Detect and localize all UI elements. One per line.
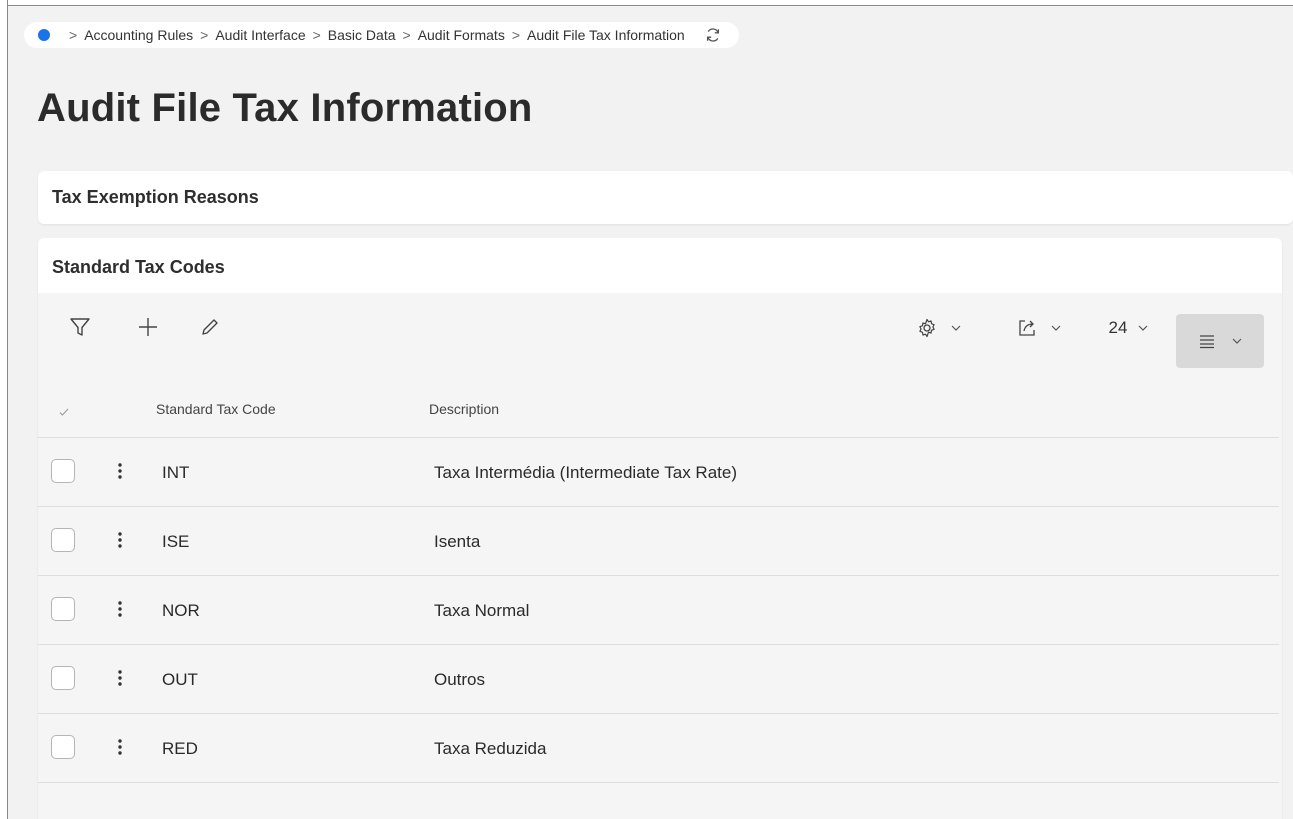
table-row[interactable]: RED Taxa Reduzida (38, 714, 1279, 783)
chevron-right-icon: > (511, 27, 521, 43)
chevron-down-icon (1139, 325, 1148, 331)
chevron-right-icon: > (69, 27, 78, 43)
row-code[interactable]: INT (162, 463, 189, 483)
row-description: Isenta (434, 532, 481, 551)
row-checkbox[interactable] (51, 597, 75, 621)
chevron-down-icon (1051, 325, 1061, 331)
select-all-check-icon[interactable] (58, 405, 70, 421)
row-description: Taxa Normal (434, 601, 530, 620)
breadcrumb-accounting-rules[interactable]: Accounting Rules (84, 27, 193, 43)
page-size-select[interactable]: 24 (1096, 313, 1162, 343)
table-row[interactable]: OUT Outros (38, 645, 1279, 714)
chevron-right-icon: > (402, 27, 411, 43)
standard-tax-codes-card: Standard Tax Codes 24 Standard Tax Code … (38, 238, 1282, 819)
row-checkbox[interactable] (51, 528, 75, 552)
table-row[interactable]: INT Taxa Intermédia (Intermediate Tax Ra… (38, 438, 1279, 507)
row-menu-icon[interactable] (108, 663, 132, 693)
settings-menu-button[interactable] (904, 313, 974, 343)
card-title: Standard Tax Codes (52, 257, 225, 277)
row-description: Taxa Intermédia (Intermediate Tax Rate) (434, 463, 737, 482)
breadcrumb-basic-data[interactable]: Basic Data (328, 27, 396, 43)
tax-exemption-reasons-card[interactable]: Tax Exemption Reasons (38, 171, 1293, 224)
page-title: Audit File Tax Information (37, 86, 533, 130)
window-frame-left (0, 0, 8, 819)
window-frame-top (8, 0, 1293, 6)
table-row[interactable]: ISE Isenta (38, 507, 1279, 576)
export-icon (1019, 320, 1035, 336)
row-code[interactable]: ISE (162, 532, 189, 552)
row-checkbox[interactable] (51, 459, 75, 483)
row-menu-icon[interactable] (108, 594, 132, 624)
pencil-icon (202, 319, 218, 335)
edit-button[interactable] (196, 313, 224, 341)
breadcrumb-audit-interface[interactable]: Audit Interface (215, 27, 305, 43)
filter-icon (70, 318, 90, 336)
refresh-icon[interactable] (705, 27, 721, 43)
standard-tax-codes-table: Standard Tax Code Description INT Taxa I… (38, 369, 1282, 819)
column-header-description[interactable]: Description (429, 401, 499, 417)
row-description: Outros (434, 670, 486, 689)
add-button[interactable] (134, 313, 162, 341)
row-checkbox[interactable] (51, 735, 75, 759)
chevron-down-icon (1232, 338, 1242, 344)
list-view-icon (1200, 335, 1214, 349)
chevron-right-icon: > (200, 27, 209, 43)
column-header-standard-tax-code[interactable]: Standard Tax Code (156, 401, 276, 417)
plus-icon (139, 318, 157, 336)
page-size-value: 24 (1108, 318, 1128, 337)
row-menu-icon[interactable] (108, 732, 132, 762)
breadcrumb-audit-formats[interactable]: Audit Formats (418, 27, 505, 43)
row-code[interactable]: RED (162, 739, 198, 759)
row-code[interactable]: OUT (162, 670, 198, 690)
breadcrumb-current: Audit File Tax Information (527, 27, 685, 43)
gear-icon (919, 318, 935, 338)
home-dot-icon[interactable] (38, 29, 50, 41)
row-checkbox[interactable] (51, 666, 75, 690)
card-title: Tax Exemption Reasons (52, 187, 259, 207)
breadcrumb: > Accounting Rules > Audit Interface > B… (24, 22, 739, 48)
table-row[interactable]: NOR Taxa Normal (38, 576, 1279, 645)
chevron-down-icon (951, 325, 961, 331)
view-mode-button[interactable] (1176, 314, 1264, 368)
row-menu-icon[interactable] (108, 456, 132, 486)
row-code[interactable]: NOR (162, 601, 200, 621)
export-menu-button[interactable] (1004, 313, 1074, 343)
row-menu-icon[interactable] (108, 525, 132, 555)
filter-button[interactable] (66, 313, 94, 341)
chevron-right-icon: > (312, 27, 321, 43)
row-description: Taxa Reduzida (434, 739, 547, 758)
table-header: Standard Tax Code Description (38, 369, 1279, 438)
table-toolbar: 24 (38, 293, 1282, 369)
